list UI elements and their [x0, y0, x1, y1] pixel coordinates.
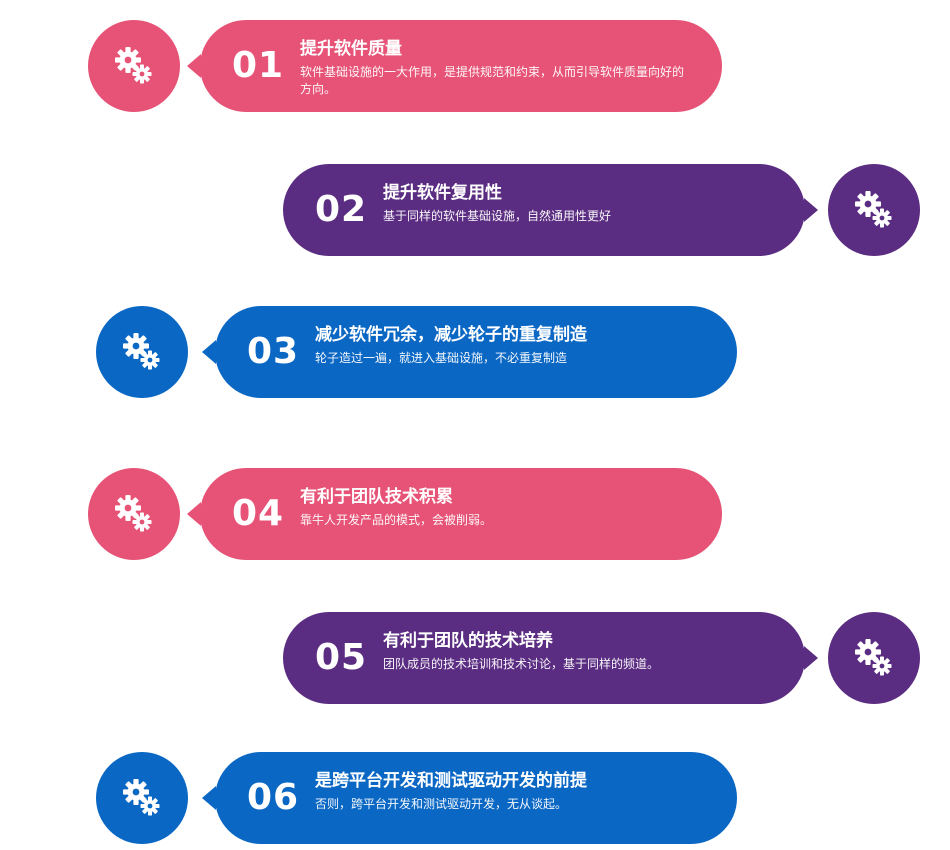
item-card-04: 04 有利于团队技术积累 靠牛人开发产品的模式，会被削弱。	[187, 468, 722, 560]
item-description: 团队成员的技术培训和技术讨论，基于同样的频道。	[383, 657, 660, 671]
item-number: 02	[315, 189, 368, 230]
gears-icon	[96, 306, 188, 398]
pointer-notch	[202, 786, 216, 810]
item-card-03: 03 减少软件冗余，减少轮子的重复制造 轮子造过一遍，就进入基础设施，不必重复制…	[202, 306, 737, 398]
pointer-notch	[804, 198, 818, 222]
item-description: 否则，跨平台开发和测试驱动开发，无从谈起。	[315, 797, 568, 811]
item-row-02: 02 提升软件复用性 基于同样的软件基础设施，自然通用性更好	[0, 160, 950, 256]
item-card-01: 01 提升软件质量 软件基础设施的一大作用，是提供规范和约束，从而引导软件质量向…	[187, 20, 722, 112]
item-title: 有利于团队的技术培养	[383, 631, 553, 651]
gears-icon	[88, 468, 180, 560]
item-number: 06	[247, 777, 300, 818]
item-row-05: 05 有利于团队的技术培养 团队成员的技术培训和技术讨论，基于同样的频道。	[0, 608, 950, 704]
gears-icon	[96, 752, 188, 844]
item-row-01: 01 提升软件质量 软件基础设施的一大作用，是提供规范和约束，从而引导软件质量向…	[0, 18, 950, 114]
gears-icon	[828, 164, 920, 256]
item-title: 减少软件冗余，减少轮子的重复制造	[315, 325, 587, 345]
item-title: 是跨平台开发和测试驱动开发的前提	[315, 771, 587, 791]
pointer-notch	[804, 646, 818, 670]
item-title: 提升软件质量	[300, 39, 402, 59]
item-number: 01	[232, 45, 285, 86]
pointer-notch	[187, 502, 201, 526]
item-number: 03	[247, 331, 300, 372]
pointer-notch	[187, 54, 201, 78]
item-card-02: 02 提升软件复用性 基于同样的软件基础设施，自然通用性更好	[283, 164, 818, 256]
item-number: 04	[232, 493, 285, 534]
item-description: 软件基础设施的一大作用，是提供规范和约束，从而引导软件质量向好的方向。	[300, 65, 685, 96]
item-title: 提升软件复用性	[383, 183, 502, 203]
gears-icon	[828, 612, 920, 704]
item-description: 靠牛人开发产品的模式，会被削弱。	[300, 513, 493, 527]
gears-icon	[88, 20, 180, 112]
item-description: 轮子造过一遍，就进入基础设施，不必重复制造	[315, 351, 568, 365]
item-card-06: 06 是跨平台开发和测试驱动开发的前提 否则，跨平台开发和测试驱动开发，无从谈起…	[202, 752, 737, 844]
item-row-03: 03 减少软件冗余，减少轮子的重复制造 轮子造过一遍，就进入基础设施，不必重复制…	[0, 302, 950, 398]
item-title: 有利于团队技术积累	[300, 487, 453, 507]
pointer-notch	[202, 340, 216, 364]
item-description: 基于同样的软件基础设施，自然通用性更好	[383, 209, 612, 223]
item-card-05: 05 有利于团队的技术培养 团队成员的技术培训和技术讨论，基于同样的频道。	[283, 612, 818, 704]
item-row-06: 06 是跨平台开发和测试驱动开发的前提 否则，跨平台开发和测试驱动开发，无从谈起…	[0, 748, 950, 844]
item-row-04: 04 有利于团队技术积累 靠牛人开发产品的模式，会被削弱。	[0, 466, 950, 562]
item-number: 05	[315, 637, 368, 678]
